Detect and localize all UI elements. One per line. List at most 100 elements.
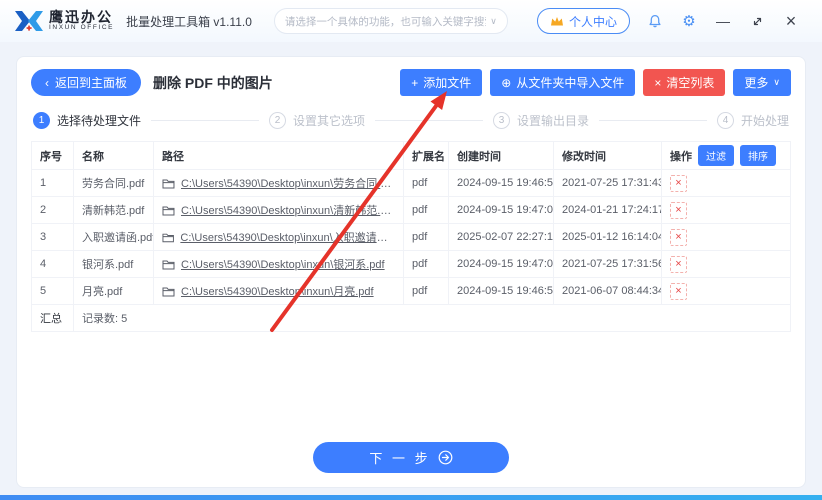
cell-actions: × [661,196,791,224]
step-other-options: 2 设置其它选项 [269,112,365,129]
file-path-link[interactable]: C:\Users\54390\Desktop\inxun\月亮.pdf [181,283,374,299]
minimize-button[interactable]: — [706,6,740,36]
step-1-label: 选择待处理文件 [57,114,142,128]
cell-path: C:\Users\54390\Desktop\inxun\入职邀请函.pdf [153,223,404,251]
file-path-link[interactable]: C:\Users\54390\Desktop\inxun\清新韩范.pdf [181,202,395,218]
import-from-folder-button[interactable]: ⊕ 从文件夹中导入文件 [490,69,636,96]
col-actions: 操作 过滤 排序 [661,141,791,170]
cell-index: 3 [31,223,74,251]
next-step-button[interactable]: 下 一 步 [313,442,509,473]
brand-name-en: INXUN OFFICE [49,24,115,31]
step-start-processing: 4 开始处理 [717,112,789,129]
cell-modified: 2024-01-21 17:24:17 [553,196,662,224]
summary-label: 汇总 [31,304,74,332]
delete-row-button[interactable]: × [670,228,687,246]
app-title: 批量处理工具箱 v1.11.0 [126,14,252,29]
cell-index: 4 [31,250,74,278]
maximize-button[interactable] [740,6,774,36]
cell-name: 劳务合同.pdf [73,169,154,197]
function-search-select[interactable]: 请选择一个具体的功能，也可输入关键字搜索！ ∨ [273,8,508,34]
col-actions-label: 操作 [670,150,692,163]
folder-icon [162,287,175,296]
table-row: 5 月亮.pdf C:\Users\54390\Desktop\inxun\月亮… [31,277,791,305]
step-4-label: 开始处理 [741,114,790,128]
logo-icon [15,11,43,31]
cell-actions: × [661,223,791,251]
delete-row-button[interactable]: × [670,255,687,273]
cell-path: C:\Users\54390\Desktop\inxun\劳务合同.pdf [153,169,404,197]
col-index: 序号 [31,141,74,170]
table-header-row: 序号 名称 路径 扩展名 创建时间 修改时间 操作 过滤 排序 [31,141,791,170]
cell-name: 清新韩范.pdf [73,196,154,224]
cell-created: 2024-09-15 19:47:00 [448,196,554,224]
delete-row-button[interactable]: × [670,282,687,300]
crown-icon [550,16,563,25]
file-path-link[interactable]: C:\Users\54390\Desktop\inxun\银河系.pdf [181,256,385,272]
cell-actions: × [661,169,791,197]
next-step-label: 下 一 步 [369,451,431,466]
clear-list-button[interactable]: × 清空列表 [643,69,726,96]
cell-actions: × [661,277,791,305]
col-ext: 扩展名 [403,141,449,170]
bottom-accent-strip [0,495,822,500]
chevron-down-icon: ∨ [773,77,780,87]
step-2-label: 设置其它选项 [293,114,366,128]
personal-center-label: 个人中心 [568,14,617,29]
resize-icon [753,17,761,25]
file-path-link[interactable]: C:\Users\54390\Desktop\inxun\劳务合同.pdf [181,175,395,191]
cell-name: 月亮.pdf [73,277,154,305]
col-modified: 修改时间 [553,141,662,170]
clear-list-label: 清空列表 [666,76,715,90]
app-logo: 鹰迅办公 INXUN OFFICE [14,9,114,33]
col-name: 名称 [73,141,154,170]
col-path: 路径 [153,141,404,170]
cell-modified: 2021-07-25 17:31:56 [553,250,662,278]
cell-modified: 2025-01-12 16:14:04 [553,223,662,251]
col-created: 创建时间 [448,141,554,170]
folder-icon [162,206,175,215]
file-table: 序号 名称 路径 扩展名 创建时间 修改时间 操作 过滤 排序 1 劳务合同.p… [31,141,791,332]
close-button[interactable]: × [774,6,808,36]
cell-ext: pdf [403,277,449,305]
summary-value: 记录数: 5 [73,304,791,332]
add-file-button[interactable]: + 添加文件 [400,69,483,96]
file-path-link[interactable]: C:\Users\54390\Desktop\inxun\入职邀请函.pdf [180,229,395,245]
cell-ext: pdf [403,223,449,251]
brand-name-cn: 鹰迅办公 [49,9,113,25]
settings-gear-icon[interactable]: ⚙ [672,6,706,36]
personal-center-button[interactable]: 个人中心 [536,8,630,34]
notification-bell-icon[interactable] [638,6,672,36]
delete-row-button[interactable]: × [670,174,687,192]
cell-modified: 2021-07-25 17:31:43 [553,169,662,197]
arrow-right-circle-icon [438,450,453,465]
back-to-dashboard-button[interactable]: ‹ 返回到主面板 [31,69,142,96]
step-connector [375,120,483,121]
filter-button[interactable]: 过滤 [698,145,734,166]
cell-path: C:\Users\54390\Desktop\inxun\清新韩范.pdf [153,196,404,224]
cell-name: 银河系.pdf [73,250,154,278]
window-controls: ⚙ — × [638,6,808,36]
cell-ext: pdf [403,169,449,197]
cell-path: C:\Users\54390\Desktop\inxun\银河系.pdf [153,250,404,278]
step-4-number: 4 [717,112,734,129]
folder-icon [162,260,175,269]
more-button[interactable]: 更多 ∨ [733,69,791,96]
delete-row-button[interactable]: × [670,201,687,219]
step-3-label: 设置输出目录 [517,114,590,128]
action-toolbar: ‹ 返回到主面板 删除 PDF 中的图片 + 添加文件 ⊕ 从文件夹中导入文件 … [31,69,791,96]
step-2-number: 2 [269,112,286,129]
more-label: 更多 [744,76,769,90]
table-row: 1 劳务合同.pdf C:\Users\54390\Desktop\inxun\… [31,169,791,197]
cell-actions: × [661,250,791,278]
steps-bar: 1 选择待处理文件 2 设置其它选项 3 设置输出目录 4 开始处理 [33,112,789,129]
plus-icon: + [411,75,419,90]
cell-created: 2025-02-07 22:27:14 [448,223,554,251]
cell-index: 1 [31,169,74,197]
cell-name: 入职邀请函.pdf [73,223,154,251]
sort-button[interactable]: 排序 [740,145,776,166]
cell-index: 5 [31,277,74,305]
cell-created: 2024-09-15 19:47:00 [448,250,554,278]
table-row: 4 银河系.pdf C:\Users\54390\Desktop\inxun\银… [31,250,791,278]
cell-ext: pdf [403,250,449,278]
